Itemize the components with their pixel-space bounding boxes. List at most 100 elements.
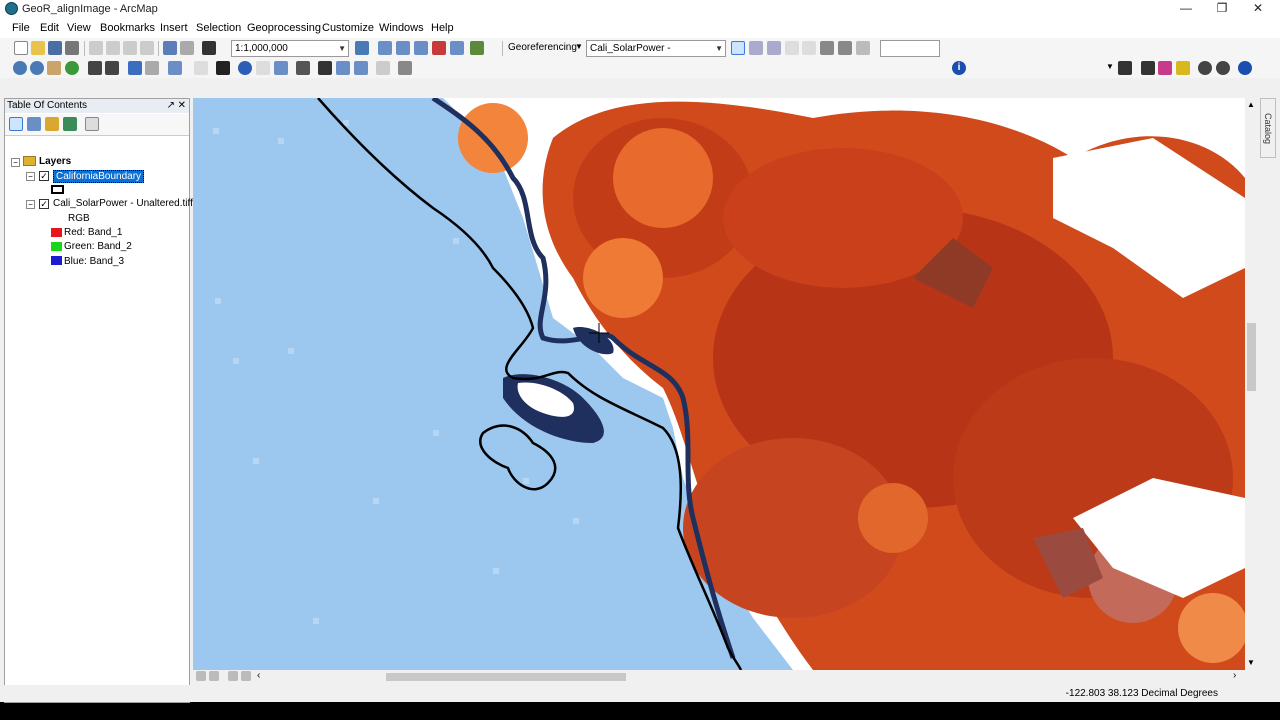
menu-insert[interactable]: Insert [160,22,188,34]
arctoolbox-icon[interactable] [432,41,446,55]
menu-edit[interactable]: Edit [40,22,59,34]
blue-band-swatch[interactable] [51,256,62,265]
color-palette-icon[interactable] [1158,61,1172,75]
zoom-out-icon[interactable] [30,61,44,75]
toc-window-icon[interactable] [378,41,392,55]
menu-view[interactable]: View [67,22,91,34]
forward-extent-icon[interactable] [145,61,159,75]
refresh-icon[interactable] [228,671,238,681]
html-popup-icon[interactable] [274,61,288,75]
search-icon[interactable] [1118,61,1132,75]
map-vertical-scrollbar[interactable]: ▲ ▼ [1245,98,1258,670]
scroll-right-icon[interactable]: › [1233,670,1236,681]
new-document-icon[interactable] [14,41,28,55]
gear-icon[interactable] [1198,61,1212,75]
red-band-swatch[interactable] [51,228,62,237]
rotate-icon[interactable] [749,41,763,55]
shift-icon[interactable] [767,41,781,55]
clear-selection-icon[interactable] [194,61,208,75]
close-icon[interactable]: ✕ [178,99,186,112]
layers-root[interactable]: Layers [39,156,71,167]
delete-icon[interactable] [140,41,154,55]
paste-icon[interactable] [123,41,137,55]
list-by-drawing-order-icon[interactable] [9,117,23,131]
map-display[interactable] [193,98,1245,670]
collapse-layers-icon[interactable]: − [11,158,20,167]
map-scale-combo[interactable]: 1:1,000,000 ▼ [231,40,349,57]
print-icon[interactable] [65,41,79,55]
select-elements-icon[interactable] [216,61,230,75]
find-route-icon[interactable] [336,61,350,75]
editor-toolbar-icon[interactable] [355,41,369,55]
add-data-icon[interactable] [202,41,216,55]
modelbuilder-icon[interactable] [470,41,484,55]
minimize-button[interactable]: — [1168,0,1204,18]
undo-icon[interactable] [163,41,177,55]
horizontal-scroll-thumb[interactable] [386,673,626,681]
python-window-icon[interactable] [450,41,464,55]
cut-icon[interactable] [89,41,103,55]
help-icon[interactable] [1238,61,1252,75]
menu-bookmarks[interactable]: Bookmarks [100,22,155,34]
options-icon[interactable] [85,117,99,131]
green-band-swatch[interactable] [51,242,62,251]
layer-visibility-checkbox[interactable]: ✓ [39,171,49,181]
add-control-points-icon[interactable] [731,41,745,55]
layers-stack-icon[interactable] [1176,61,1190,75]
time-slider-icon[interactable] [376,61,390,75]
list-by-source-icon[interactable] [27,117,41,131]
list-by-selection-icon[interactable] [63,117,77,131]
menu-help[interactable]: Help [431,22,454,34]
scroll-down-icon[interactable]: ▼ [1247,658,1255,667]
back-extent-icon[interactable] [128,61,142,75]
full-extent-icon[interactable] [65,61,79,75]
layer-visibility-checkbox[interactable]: ✓ [39,199,49,209]
chevron-down-icon[interactable]: ▼ [575,42,583,51]
pause-drawing-icon[interactable] [241,671,251,681]
menu-file[interactable]: File [12,22,30,34]
hyperlink-icon[interactable] [256,61,270,75]
menu-selection[interactable]: Selection [196,22,241,34]
info-icon[interactable]: i [952,61,966,75]
go-to-xy-icon[interactable] [354,61,368,75]
save-icon[interactable] [48,41,62,55]
data-view-icon[interactable] [196,671,206,681]
fixed-zoom-in-icon[interactable] [88,61,102,75]
collapse-layer-icon[interactable]: − [26,200,35,209]
catalog-side-tab[interactable]: Catalog [1260,98,1276,158]
measure-icon[interactable] [296,61,310,75]
polygon-symbol-icon[interactable] [51,185,64,194]
select-features-icon[interactable] [168,61,182,75]
update-display-icon[interactable] [802,41,816,55]
zoom-in-icon[interactable] [13,61,27,75]
list-by-visibility-icon[interactable] [45,117,59,131]
view-link-table-icon[interactable] [820,41,834,55]
collapse-layer-icon[interactable]: − [26,172,35,181]
settings-icon[interactable] [1216,61,1230,75]
georeferencing-menu[interactable]: Georeferencing [508,42,577,53]
scroll-left-icon[interactable]: ‹ [257,670,260,681]
identify-icon[interactable] [238,61,252,75]
chevron-down-icon[interactable]: ▼ [1106,62,1114,71]
maximize-button[interactable]: ❐ [1204,0,1240,18]
catalog-window-icon[interactable] [396,41,410,55]
scroll-up-icon[interactable]: ▲ [1247,100,1255,109]
copy-icon[interactable] [106,41,120,55]
georef-input-field[interactable] [880,40,940,57]
close-button[interactable]: ✕ [1240,0,1276,18]
pan-hand-icon[interactable] [47,61,61,75]
menu-geoprocessing[interactable]: Geoprocessing [247,22,321,34]
redo-icon[interactable] [180,41,194,55]
menu-customize[interactable]: Customize [322,22,374,34]
find-icon[interactable] [318,61,332,75]
search-window-icon[interactable] [414,41,428,55]
scale-tool-icon[interactable] [785,41,799,55]
viewer-icon[interactable] [838,41,852,55]
fixed-zoom-out-icon[interactable] [105,61,119,75]
menu-windows[interactable]: Windows [379,22,424,34]
open-folder-icon[interactable] [31,41,45,55]
layer-solar-raster[interactable]: Cali_SolarPower - Unaltered.tiff [53,198,193,209]
scroll-thumb[interactable] [1247,323,1256,391]
create-viewer-icon[interactable] [398,61,412,75]
georef-layer-combo[interactable]: Cali_SolarPower - Unaltered.tiff▼ [586,40,726,69]
